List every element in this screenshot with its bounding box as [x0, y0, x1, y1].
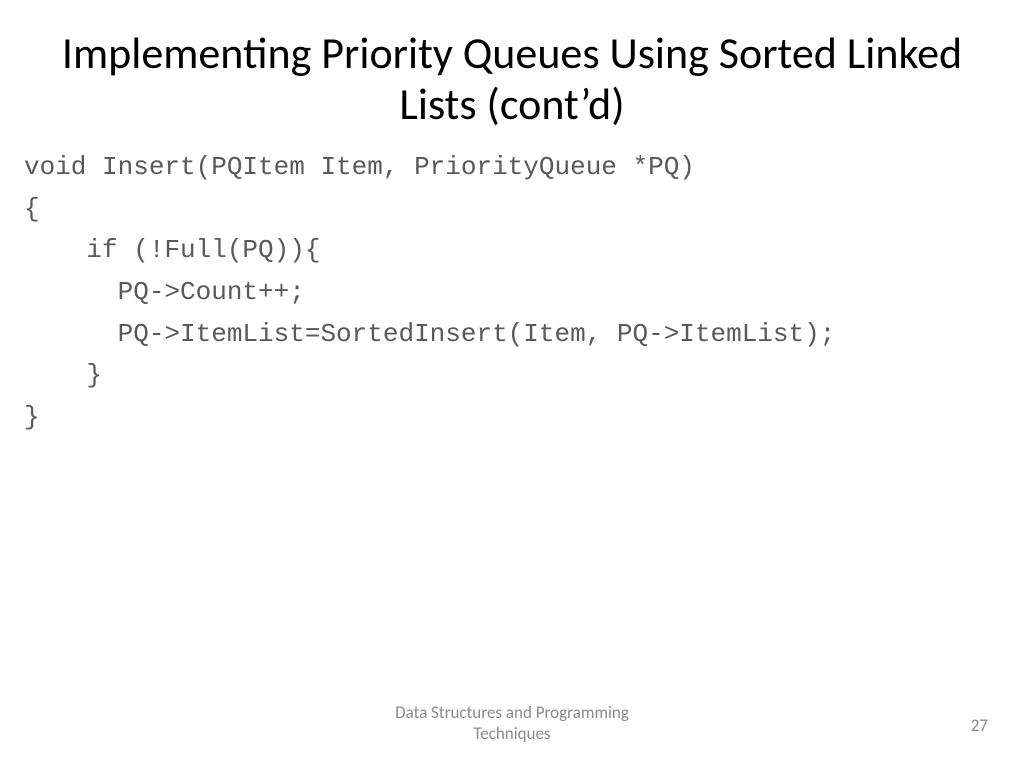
code-line: }: [24, 402, 40, 432]
footer-line-1: Data Structures and Programming: [395, 702, 629, 723]
slide-title: Implementing Priority Queues Using Sorte…: [0, 0, 1024, 147]
code-block: void Insert(PQItem Item, PriorityQueue *…: [0, 147, 1024, 438]
footer-text: Data Structures and Programming Techniqu…: [395, 702, 629, 745]
code-line: PQ->Count++;: [24, 277, 305, 307]
code-line: }: [24, 360, 102, 390]
code-line: if (!Full(PQ)){: [24, 235, 320, 265]
footer: Data Structures and Programming Techniqu…: [0, 702, 1024, 745]
slide: Implementing Priority Queues Using Sorte…: [0, 0, 1024, 768]
page-number: 27: [971, 715, 988, 736]
code-line: {: [24, 194, 40, 224]
footer-line-2: Techniques: [395, 723, 629, 744]
code-line: void Insert(PQItem Item, PriorityQueue *…: [24, 152, 695, 182]
code-line: PQ->ItemList=SortedInsert(Item, PQ->Item…: [24, 319, 835, 349]
